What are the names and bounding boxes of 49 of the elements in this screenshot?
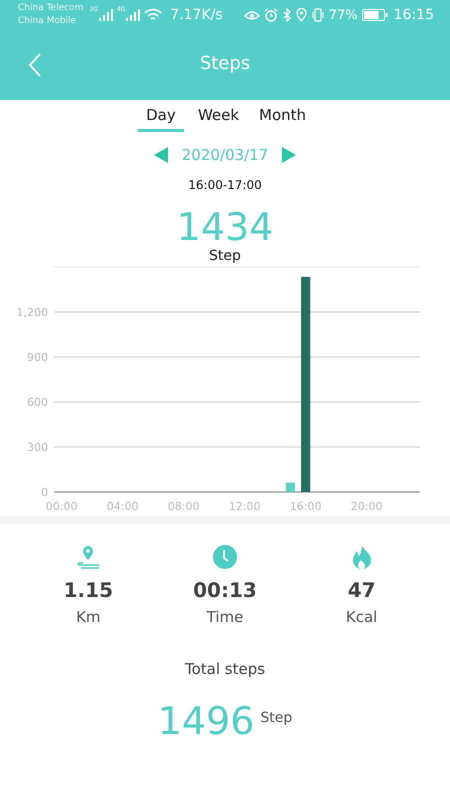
x-axis-label: 00:00 xyxy=(46,500,78,513)
bluetooth-icon xyxy=(282,8,292,22)
stat-label: Km xyxy=(76,608,101,626)
wifi-icon xyxy=(144,8,162,22)
location-pin-icon xyxy=(75,544,102,570)
date-label: 2020/03/17 xyxy=(182,146,268,164)
signal-icon xyxy=(126,9,140,21)
clock-icon xyxy=(212,544,238,570)
next-day-button[interactable] xyxy=(282,147,296,163)
stat-label: Kcal xyxy=(346,608,378,626)
chart-bar[interactable] xyxy=(301,276,310,492)
x-axis-label: 20:00 xyxy=(350,500,382,513)
y-axis-label: 1,200 xyxy=(16,306,48,319)
step-count: 1434 xyxy=(176,204,274,250)
clock-time: 16:15 xyxy=(394,7,434,23)
step-unit: Step xyxy=(260,710,292,726)
previous-day-button[interactable] xyxy=(154,147,168,163)
x-axis-label: 04:00 xyxy=(106,500,138,513)
eye-icon xyxy=(244,9,260,21)
chart-bar[interactable] xyxy=(286,482,295,492)
page-title: Steps xyxy=(200,52,250,74)
battery-percent: 77% xyxy=(328,8,358,22)
x-axis-label: 16:00 xyxy=(290,500,322,513)
y-axis-label: 0 xyxy=(41,486,48,499)
x-axis-label: 08:00 xyxy=(168,500,200,513)
step-unit: Step xyxy=(208,248,242,264)
battery-icon xyxy=(362,9,388,21)
vibrate-icon xyxy=(310,8,325,22)
flame-icon xyxy=(350,544,373,570)
alarm-icon xyxy=(264,8,278,22)
stat-label: Time xyxy=(206,608,244,626)
x-axis-label: 12:00 xyxy=(228,500,260,513)
period-tab[interactable]: Month xyxy=(253,106,312,132)
y-axis-label: 900 xyxy=(27,351,48,364)
carrier-name: China Mobile xyxy=(18,15,78,28)
total-step-count: 1496 xyxy=(158,698,254,744)
time-range: 16:00-17:00 xyxy=(187,178,263,192)
location-icon xyxy=(296,8,307,22)
y-axis-label: 300 xyxy=(27,441,48,454)
stat-value: 00:13 xyxy=(193,578,257,602)
period-tab[interactable]: Day xyxy=(138,106,184,132)
stat-value: 47 xyxy=(348,578,376,602)
carrier-name: China Telecom xyxy=(18,2,84,15)
stat-value: 1.15 xyxy=(64,578,113,602)
network-speed: 7.17K/s xyxy=(170,7,223,23)
signal-icon xyxy=(98,9,113,21)
period-tab[interactable]: Week xyxy=(192,106,246,132)
total-steps-label: Total steps xyxy=(184,660,266,678)
y-axis-label: 600 xyxy=(27,396,48,409)
